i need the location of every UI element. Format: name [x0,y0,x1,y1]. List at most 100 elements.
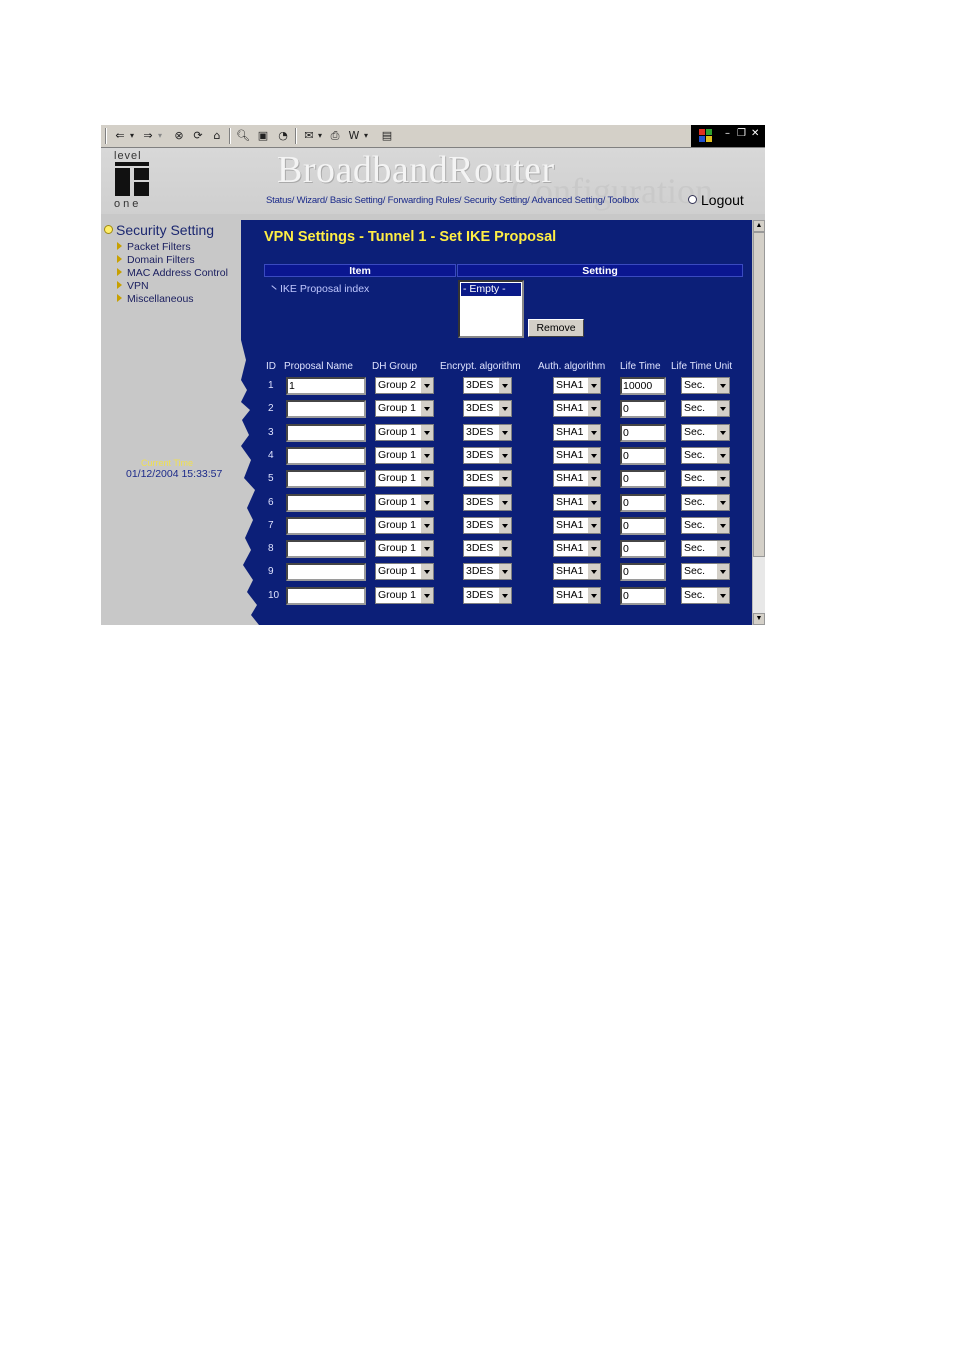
proposal-name-input[interactable] [286,540,366,558]
dropdown-arrow-icon[interactable] [498,401,511,416]
dropdown-arrow-icon[interactable] [498,378,511,393]
encrypt-algorithm-select[interactable]: 3DES [463,517,512,534]
life-time-input[interactable]: 0 [620,517,666,535]
dropdown-arrow-icon[interactable] [420,425,433,440]
discuss-icon[interactable]: ▤ [380,128,394,143]
refresh-icon[interactable]: ⟳ [191,128,205,143]
nav-status[interactable]: Status/ [266,195,294,206]
dropdown-arrow-icon[interactable] [716,378,729,393]
proposal-name-input[interactable] [286,470,366,488]
dropdown-arrow-icon[interactable] [716,564,729,579]
dropdown-arrow-icon[interactable] [420,495,433,510]
close-icon[interactable]: ✕ [751,128,759,139]
life-time-input[interactable]: 0 [620,400,666,418]
encrypt-algorithm-select[interactable]: 3DES [463,494,512,511]
auth-algorithm-select[interactable]: SHA1 [553,377,601,394]
dropdown-arrow-icon[interactable] [420,448,433,463]
life-time-unit-select[interactable]: Sec. [681,400,730,417]
remove-button[interactable]: Remove [528,319,584,337]
dropdown-arrow-icon[interactable] [420,541,433,556]
auth-algorithm-select[interactable]: SHA1 [553,587,601,604]
dropdown-arrow-icon[interactable] [716,471,729,486]
dropdown-arrow-icon[interactable] [498,541,511,556]
dropdown-arrow-icon[interactable] [587,541,600,556]
encrypt-algorithm-select[interactable]: 3DES [463,470,512,487]
dropdown-arrow-icon[interactable] [587,378,600,393]
auth-algorithm-select[interactable]: SHA1 [553,563,601,580]
dropdown-arrow-icon[interactable] [716,401,729,416]
encrypt-algorithm-select[interactable]: 3DES [463,563,512,580]
dropdown-arrow-icon[interactable] [716,588,729,603]
dropdown-arrow-icon[interactable] [716,425,729,440]
dh-group-select[interactable]: Group 1 [375,587,434,604]
encrypt-algorithm-select[interactable]: 3DES [463,587,512,604]
life-time-unit-select[interactable]: Sec. [681,424,730,441]
dropdown-arrow-icon[interactable] [716,541,729,556]
dh-group-select[interactable]: Group 1 [375,563,434,580]
dropdown-arrow-icon[interactable] [420,378,433,393]
dropdown-arrow-icon[interactable] [498,448,511,463]
encrypt-algorithm-select[interactable]: 3DES [463,447,512,464]
logout-link[interactable]: Logout [688,192,744,208]
dropdown-arrow-icon[interactable] [716,495,729,510]
edit-icon[interactable]: W [347,128,361,143]
life-time-input[interactable]: 0 [620,540,666,558]
dropdown-arrow-icon[interactable] [420,564,433,579]
life-time-unit-select[interactable]: Sec. [681,470,730,487]
life-time-input[interactable]: 0 [620,587,666,605]
home-icon[interactable]: ⌂ [210,128,224,143]
nav-basic-setting[interactable]: Basic Setting/ [330,195,385,206]
history-icon[interactable]: ◔ [276,128,290,143]
life-time-unit-select[interactable]: Sec. [681,494,730,511]
life-time-unit-select[interactable]: Sec. [681,587,730,604]
scroll-up-icon[interactable]: ▲ [753,220,765,232]
dropdown-arrow-icon[interactable] [587,518,600,533]
proposal-name-input[interactable] [286,517,366,535]
life-time-input[interactable]: 0 [620,447,666,465]
dh-group-select[interactable]: Group 1 [375,424,434,441]
minimize-icon[interactable]: – [725,128,730,139]
nav-advanced-setting[interactable]: Advanced Setting/ [531,195,605,206]
nav-wizard[interactable]: Wizard/ [297,195,328,206]
auth-algorithm-select[interactable]: SHA1 [553,494,601,511]
auth-algorithm-select[interactable]: SHA1 [553,424,601,441]
life-time-unit-select[interactable]: Sec. [681,377,730,394]
life-time-input[interactable]: 10000 [620,377,666,395]
chevron-down-icon[interactable]: ▾ [128,128,136,143]
proposal-name-input[interactable] [286,447,366,465]
life-time-input[interactable]: 0 [620,494,666,512]
life-time-unit-select[interactable]: Sec. [681,540,730,557]
proposal-name-input[interactable] [286,587,366,605]
dropdown-arrow-icon[interactable] [498,588,511,603]
mail-icon[interactable]: ✉ [302,128,316,143]
scroll-thumb[interactable] [753,232,765,557]
dropdown-arrow-icon[interactable] [498,518,511,533]
dropdown-arrow-icon[interactable] [498,471,511,486]
encrypt-algorithm-select[interactable]: 3DES [463,377,512,394]
chevron-down-icon[interactable]: ▾ [362,128,370,143]
proposal-name-input[interactable] [286,424,366,442]
dh-group-select[interactable]: Group 1 [375,447,434,464]
dropdown-arrow-icon[interactable] [587,495,600,510]
dropdown-arrow-icon[interactable] [587,448,600,463]
life-time-input[interactable]: 0 [620,424,666,442]
proposal-name-input[interactable] [286,400,366,418]
dropdown-arrow-icon[interactable] [587,588,600,603]
search-icon[interactable]: 🔍︎ [236,128,250,143]
dropdown-arrow-icon[interactable] [498,564,511,579]
sidebar-item-vpn[interactable]: VPN [117,280,149,292]
encrypt-algorithm-select[interactable]: 3DES [463,424,512,441]
dropdown-arrow-icon[interactable] [716,518,729,533]
life-time-input[interactable]: 0 [620,470,666,488]
sidebar-item-miscellaneous[interactable]: Miscellaneous [117,293,194,305]
dropdown-arrow-icon[interactable] [498,495,511,510]
nav-security-setting[interactable]: Security Setting/ [464,195,530,206]
life-time-input[interactable]: 0 [620,563,666,581]
auth-algorithm-select[interactable]: SHA1 [553,470,601,487]
dropdown-arrow-icon[interactable] [420,401,433,416]
dropdown-arrow-icon[interactable] [420,471,433,486]
dh-group-select[interactable]: Group 1 [375,540,434,557]
life-time-unit-select[interactable]: Sec. [681,447,730,464]
dh-group-select[interactable]: Group 1 [375,400,434,417]
dropdown-arrow-icon[interactable] [420,518,433,533]
